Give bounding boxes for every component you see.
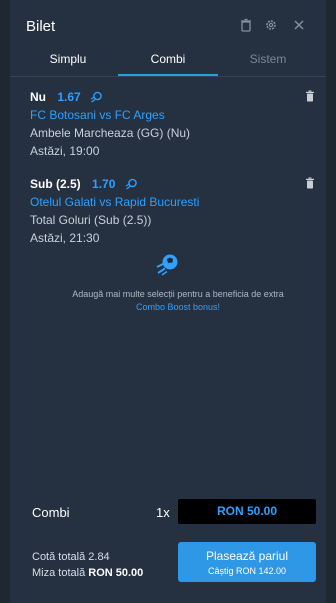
totals: Cotă totală 2.84 Miza totală RON 50.00 (32, 549, 143, 581)
combo-boost-icon (156, 254, 178, 276)
gear-icon[interactable] (264, 18, 278, 32)
place-bet-button[interactable]: Plasează pariul Câștig RON 142.00 (178, 542, 316, 582)
close-icon[interactable] (292, 18, 306, 32)
bet-selection: Nu 1.67 FC Botosani vs FC Arges Ambele M… (30, 89, 315, 159)
combo-boost-link[interactable]: Combo Boost bonus! (30, 301, 326, 314)
boost-icon (90, 91, 102, 103)
bet-slip-title: Bilet (26, 18, 56, 35)
total-odds-value: 2.84 (88, 551, 110, 563)
combo-boost-promo: Adaugă mai multe selecții pentru a benef… (30, 288, 326, 314)
tab-sistem[interactable]: Sistem (218, 44, 318, 74)
selection-row: Nu 1.67 (30, 89, 315, 105)
bet-selection: Sub (2.5) 1.70 Otelul Galati vs Rapid Bu… (30, 176, 315, 246)
trash-icon[interactable] (239, 18, 253, 32)
match-link[interactable]: FC Botosani vs FC Arges (30, 107, 315, 123)
bet-slip-header: Bilet (10, 0, 326, 44)
boost-icon (125, 178, 137, 190)
promo-text: Adaugă mai multe selecții pentru a benef… (72, 289, 284, 299)
tab-simplu[interactable]: Simplu (18, 44, 118, 74)
market-name: Total Goluri (Sub (2.5)) (30, 213, 152, 227)
bet-type-tabs: Simplu Combi Sistem (10, 44, 326, 77)
total-stake: Miza totală RON 50.00 (32, 565, 143, 581)
selection-name: Sub (2.5) (30, 177, 81, 191)
total-odds-label: Cotă totală (32, 551, 86, 563)
place-bet-label: Plasează pariul (205, 549, 289, 563)
potential-win: Câștig RON 142.00 (207, 566, 287, 576)
selection-odds: 1.67 (57, 90, 81, 104)
combi-label: Combi (32, 505, 70, 520)
remove-selection-icon[interactable] (305, 177, 315, 189)
match-link[interactable]: Otelul Galati vs Rapid Bucuresti (30, 194, 315, 210)
total-stake-label: Miza totală (32, 567, 86, 579)
tab-combi[interactable]: Combi (118, 44, 218, 76)
selection-name: Nu (30, 90, 46, 104)
match-time: Astăzi, 21:30 (30, 231, 100, 245)
selection-row: Sub (2.5) 1.70 (30, 176, 315, 192)
match-time: Astăzi, 19:00 (30, 144, 100, 158)
total-odds: Cotă totală 2.84 (32, 549, 143, 565)
selection-odds: 1.70 (92, 177, 116, 191)
multiplier: 1x (156, 505, 170, 520)
stake-input[interactable]: RON 50.00 (178, 499, 316, 524)
market-name: Ambele Marcheaza (GG) (Nu) (30, 126, 191, 140)
total-stake-value: RON 50.00 (88, 567, 144, 579)
bet-slip-panel: Bilet Simplu Combi Sistem Nu 1.67 FC Bot… (10, 0, 326, 603)
remove-selection-icon[interactable] (305, 90, 315, 102)
